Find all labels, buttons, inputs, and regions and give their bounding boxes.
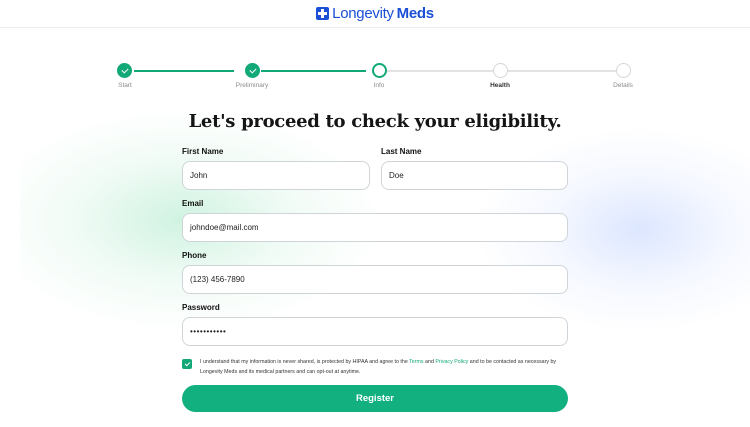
step-label-health: Health bbox=[490, 82, 510, 89]
last-name-label: Last Name bbox=[381, 147, 422, 156]
step-label-info: Info bbox=[373, 82, 385, 89]
step-info-indicator bbox=[372, 63, 387, 78]
phone-label: Phone bbox=[182, 251, 207, 260]
step-start-check-icon bbox=[117, 63, 132, 78]
password-field[interactable]: ••••••••••• bbox=[182, 317, 568, 346]
progress-stepper: Start Preliminary Info Health Details bbox=[0, 62, 750, 92]
step-label-details: Details bbox=[613, 82, 633, 89]
step-preliminary-check-icon bbox=[245, 63, 260, 78]
step-connector bbox=[134, 70, 234, 72]
step-label-start: Start bbox=[118, 82, 132, 89]
consent-text-and: and bbox=[423, 359, 436, 365]
step-connector bbox=[261, 70, 366, 72]
email-field[interactable]: johndoe@mail.com bbox=[182, 213, 568, 242]
page-title: Let's proceed to check your eligibility. bbox=[188, 111, 562, 132]
password-label: Password bbox=[182, 303, 220, 312]
logo-text-primary: Longevity bbox=[332, 5, 394, 22]
step-connector bbox=[508, 70, 616, 72]
step-details-indicator bbox=[616, 63, 631, 78]
last-name-field[interactable]: Doe bbox=[381, 161, 568, 190]
register-button[interactable]: Register bbox=[182, 385, 568, 412]
phone-field[interactable]: (123) 456-7890 bbox=[182, 265, 568, 294]
step-connector bbox=[387, 70, 493, 72]
consent-text: I understand that my information is neve… bbox=[200, 358, 568, 377]
first-name-field[interactable]: John bbox=[182, 161, 370, 190]
logo[interactable]: Longevity Meds bbox=[316, 5, 434, 22]
first-name-label: First Name bbox=[182, 147, 224, 156]
header: Longevity Meds bbox=[0, 0, 750, 28]
medical-cross-icon bbox=[316, 7, 330, 20]
step-label-preliminary: Preliminary bbox=[235, 82, 269, 89]
email-label: Email bbox=[182, 199, 204, 208]
step-health-indicator bbox=[493, 63, 508, 78]
privacy-policy-link[interactable]: Privacy Policy bbox=[435, 359, 468, 365]
terms-link[interactable]: Terms bbox=[409, 359, 423, 365]
consent-checkbox[interactable] bbox=[182, 359, 192, 369]
logo-text-secondary: Meds bbox=[396, 5, 434, 22]
consent-text-start: I understand that my information is neve… bbox=[200, 359, 410, 365]
